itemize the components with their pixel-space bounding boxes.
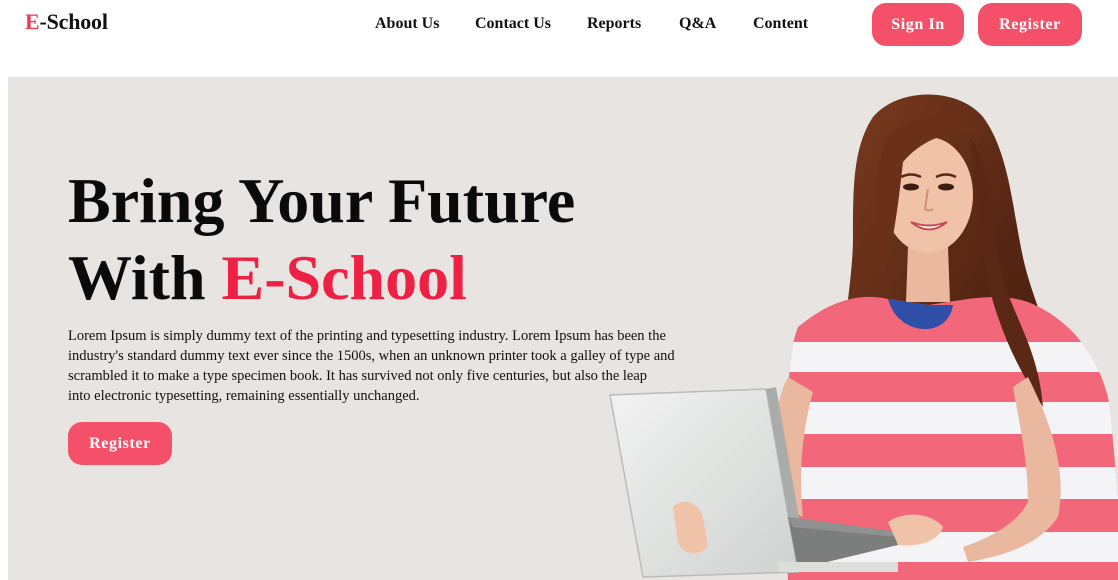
nav-item-content[interactable]: Content xyxy=(753,15,808,33)
nav-item-contact-us[interactable]: Contact Us xyxy=(475,15,551,33)
logo-text: -School xyxy=(39,9,108,34)
student-figure xyxy=(773,94,1118,580)
hero-title: Bring Your Future With E-School xyxy=(68,162,575,316)
hero-register-button[interactable]: Register xyxy=(68,422,172,465)
hero-title-line2-prefix: With xyxy=(68,242,222,313)
nav-item-reports[interactable]: Reports xyxy=(587,15,641,33)
logo-accent-letter: E xyxy=(25,9,40,34)
hero-section: Bring Your Future With E-School Lorem Ip… xyxy=(8,77,1118,580)
hero-title-brand: E-School xyxy=(221,242,467,313)
hero-title-line1: Bring Your Future xyxy=(68,165,576,236)
landing-page: E-School About Us Contact Us Reports Q&A… xyxy=(0,0,1118,580)
nav-item-qa[interactable]: Q&A xyxy=(679,15,716,33)
sign-in-button[interactable]: Sign In xyxy=(872,3,964,46)
nav-item-about-us[interactable]: About Us xyxy=(375,15,439,33)
student-with-laptop-illustration xyxy=(609,94,1118,580)
logo[interactable]: E-School xyxy=(25,9,108,35)
top-navbar: E-School About Us Contact Us Reports Q&A… xyxy=(8,0,1118,77)
header-register-button[interactable]: Register xyxy=(978,3,1082,46)
